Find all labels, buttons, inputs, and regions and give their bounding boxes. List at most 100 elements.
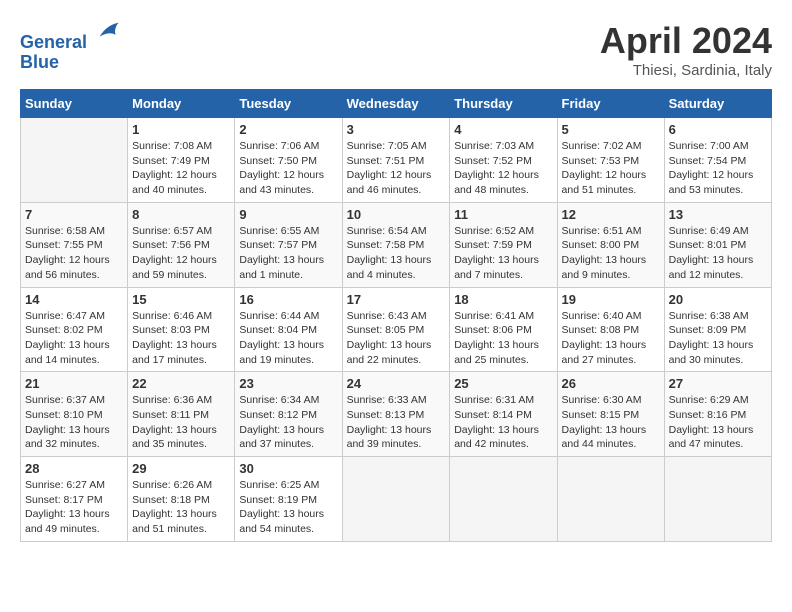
calendar-cell: 7 Sunrise: 6:58 AMSunset: 7:55 PMDaylight… xyxy=(21,202,128,287)
logo: General Blue xyxy=(20,20,123,73)
calendar-cell: 9 Sunrise: 6:55 AMSunset: 7:57 PMDaylight… xyxy=(235,202,342,287)
day-number: 9 xyxy=(239,207,337,222)
day-detail: Sunrise: 6:46 AMSunset: 8:03 PMDaylight:… xyxy=(132,309,230,368)
day-detail: Sunrise: 6:34 AMSunset: 8:12 PMDaylight:… xyxy=(239,393,337,452)
day-detail: Sunrise: 6:49 AMSunset: 8:01 PMDaylight:… xyxy=(669,224,767,283)
day-detail: Sunrise: 6:51 AMSunset: 8:00 PMDaylight:… xyxy=(562,224,660,283)
day-number: 13 xyxy=(669,207,767,222)
calendar-cell: 12 Sunrise: 6:51 AMSunset: 8:00 PMDayligh… xyxy=(557,202,664,287)
day-number: 16 xyxy=(239,292,337,307)
day-detail: Sunrise: 6:27 AMSunset: 8:17 PMDaylight:… xyxy=(25,478,123,537)
logo-bird-icon xyxy=(95,18,123,46)
weekday-header-monday: Monday xyxy=(128,90,235,118)
day-number: 23 xyxy=(239,376,337,391)
calendar-cell: 24 Sunrise: 6:33 AMSunset: 8:13 PMDayligh… xyxy=(342,372,450,457)
day-number: 24 xyxy=(347,376,446,391)
calendar-table: SundayMondayTuesdayWednesdayThursdayFrid… xyxy=(20,89,772,542)
calendar-cell: 16 Sunrise: 6:44 AMSunset: 8:04 PMDayligh… xyxy=(235,287,342,372)
day-detail: Sunrise: 6:31 AMSunset: 8:14 PMDaylight:… xyxy=(454,393,552,452)
calendar-week-2: 7 Sunrise: 6:58 AMSunset: 7:55 PMDaylight… xyxy=(21,202,772,287)
day-number: 30 xyxy=(239,461,337,476)
day-number: 10 xyxy=(347,207,446,222)
calendar-cell: 14Sunrise: 6:47 AMSunset: 8:02 PMDayligh… xyxy=(21,287,128,372)
day-detail: Sunrise: 6:37 AMSunset: 8:10 PMDaylight:… xyxy=(25,393,123,452)
day-number: 20 xyxy=(669,292,767,307)
day-detail: Sunrise: 7:03 AMSunset: 7:52 PMDaylight:… xyxy=(454,139,552,198)
day-number: 8 xyxy=(132,207,230,222)
calendar-cell: 29 Sunrise: 6:26 AMSunset: 8:18 PMDayligh… xyxy=(128,457,235,542)
weekday-header-row: SundayMondayTuesdayWednesdayThursdayFrid… xyxy=(21,90,772,118)
day-detail: Sunrise: 6:40 AMSunset: 8:08 PMDaylight:… xyxy=(562,309,660,368)
day-detail: Sunrise: 6:58 AMSunset: 7:55 PMDaylight:… xyxy=(25,224,123,283)
day-detail: Sunrise: 6:44 AMSunset: 8:04 PMDaylight:… xyxy=(239,309,337,368)
day-detail: Sunrise: 6:41 AMSunset: 8:06 PMDaylight:… xyxy=(454,309,552,368)
day-number: 18 xyxy=(454,292,552,307)
day-number: 26 xyxy=(562,376,660,391)
day-detail: Sunrise: 6:36 AMSunset: 8:11 PMDaylight:… xyxy=(132,393,230,452)
weekday-header-thursday: Thursday xyxy=(450,90,557,118)
calendar-cell: 23 Sunrise: 6:34 AMSunset: 8:12 PMDayligh… xyxy=(235,372,342,457)
calendar-cell xyxy=(664,457,771,542)
day-number: 29 xyxy=(132,461,230,476)
day-number: 27 xyxy=(669,376,767,391)
weekday-header-sunday: Sunday xyxy=(21,90,128,118)
location-subtitle: Thiesi, Sardinia, Italy xyxy=(600,62,772,79)
calendar-cell xyxy=(342,457,450,542)
calendar-cell: 17 Sunrise: 6:43 AMSunset: 8:05 PMDayligh… xyxy=(342,287,450,372)
day-number: 21 xyxy=(25,376,123,391)
day-detail: Sunrise: 6:54 AMSunset: 7:58 PMDaylight:… xyxy=(347,224,446,283)
day-detail: Sunrise: 6:55 AMSunset: 7:57 PMDaylight:… xyxy=(239,224,337,283)
calendar-cell xyxy=(557,457,664,542)
day-detail: Sunrise: 7:02 AMSunset: 7:53 PMDaylight:… xyxy=(562,139,660,198)
calendar-cell: 8 Sunrise: 6:57 AMSunset: 7:56 PMDaylight… xyxy=(128,202,235,287)
calendar-cell: 13 Sunrise: 6:49 AMSunset: 8:01 PMDayligh… xyxy=(664,202,771,287)
calendar-cell xyxy=(450,457,557,542)
logo-blue: Blue xyxy=(20,52,59,72)
day-number: 15 xyxy=(132,292,230,307)
day-detail: Sunrise: 6:52 AMSunset: 7:59 PMDaylight:… xyxy=(454,224,552,283)
calendar-week-3: 14Sunrise: 6:47 AMSunset: 8:02 PMDayligh… xyxy=(21,287,772,372)
day-number: 22 xyxy=(132,376,230,391)
day-detail: Sunrise: 6:43 AMSunset: 8:05 PMDaylight:… xyxy=(347,309,446,368)
day-number: 7 xyxy=(25,207,123,222)
calendar-cell: 1Sunrise: 7:08 AMSunset: 7:49 PMDaylight… xyxy=(128,118,235,203)
day-number: 6 xyxy=(669,122,767,137)
calendar-cell: 30 Sunrise: 6:25 AMSunset: 8:19 PMDayligh… xyxy=(235,457,342,542)
day-detail: Sunrise: 6:57 AMSunset: 7:56 PMDaylight:… xyxy=(132,224,230,283)
day-number: 19 xyxy=(562,292,660,307)
weekday-header-saturday: Saturday xyxy=(664,90,771,118)
calendar-cell: 26 Sunrise: 6:30 AMSunset: 8:15 PMDayligh… xyxy=(557,372,664,457)
calendar-cell: 21 Sunrise: 6:37 AMSunset: 8:10 PMDayligh… xyxy=(21,372,128,457)
day-number: 12 xyxy=(562,207,660,222)
calendar-cell: 6 Sunrise: 7:00 AMSunset: 7:54 PMDaylight… xyxy=(664,118,771,203)
day-number: 2 xyxy=(239,122,337,137)
calendar-cell: 4Sunrise: 7:03 AMSunset: 7:52 PMDaylight… xyxy=(450,118,557,203)
day-number: 11 xyxy=(454,207,552,222)
day-detail: Sunrise: 6:38 AMSunset: 8:09 PMDaylight:… xyxy=(669,309,767,368)
day-detail: Sunrise: 7:05 AMSunset: 7:51 PMDaylight:… xyxy=(347,139,446,198)
weekday-header-friday: Friday xyxy=(557,90,664,118)
day-number: 5 xyxy=(562,122,660,137)
day-detail: Sunrise: 7:06 AMSunset: 7:50 PMDaylight:… xyxy=(239,139,337,198)
calendar-cell: 27 Sunrise: 6:29 AMSunset: 8:16 PMDayligh… xyxy=(664,372,771,457)
day-detail: Sunrise: 7:00 AMSunset: 7:54 PMDaylight:… xyxy=(669,139,767,198)
day-detail: Sunrise: 6:30 AMSunset: 8:15 PMDaylight:… xyxy=(562,393,660,452)
calendar-cell: 3Sunrise: 7:05 AMSunset: 7:51 PMDaylight… xyxy=(342,118,450,203)
weekday-header-tuesday: Tuesday xyxy=(235,90,342,118)
calendar-cell: 5 Sunrise: 7:02 AMSunset: 7:53 PMDaylight… xyxy=(557,118,664,203)
day-detail: Sunrise: 6:33 AMSunset: 8:13 PMDaylight:… xyxy=(347,393,446,452)
day-detail: Sunrise: 6:25 AMSunset: 8:19 PMDaylight:… xyxy=(239,478,337,537)
logo-general: General xyxy=(20,32,87,52)
calendar-cell: 11 Sunrise: 6:52 AMSunset: 7:59 PMDayligh… xyxy=(450,202,557,287)
day-detail: Sunrise: 6:26 AMSunset: 8:18 PMDaylight:… xyxy=(132,478,230,537)
calendar-cell: 10 Sunrise: 6:54 AMSunset: 7:58 PMDayligh… xyxy=(342,202,450,287)
day-number: 17 xyxy=(347,292,446,307)
calendar-week-1: 1Sunrise: 7:08 AMSunset: 7:49 PMDaylight… xyxy=(21,118,772,203)
weekday-header-wednesday: Wednesday xyxy=(342,90,450,118)
page-header: General Blue April 2024 Thiesi, Sardinia… xyxy=(20,20,772,79)
calendar-cell: 19 Sunrise: 6:40 AMSunset: 8:08 PMDayligh… xyxy=(557,287,664,372)
month-title: April 2024 xyxy=(600,20,772,62)
calendar-cell: 18 Sunrise: 6:41 AMSunset: 8:06 PMDayligh… xyxy=(450,287,557,372)
day-detail: Sunrise: 6:29 AMSunset: 8:16 PMDaylight:… xyxy=(669,393,767,452)
day-number: 25 xyxy=(454,376,552,391)
